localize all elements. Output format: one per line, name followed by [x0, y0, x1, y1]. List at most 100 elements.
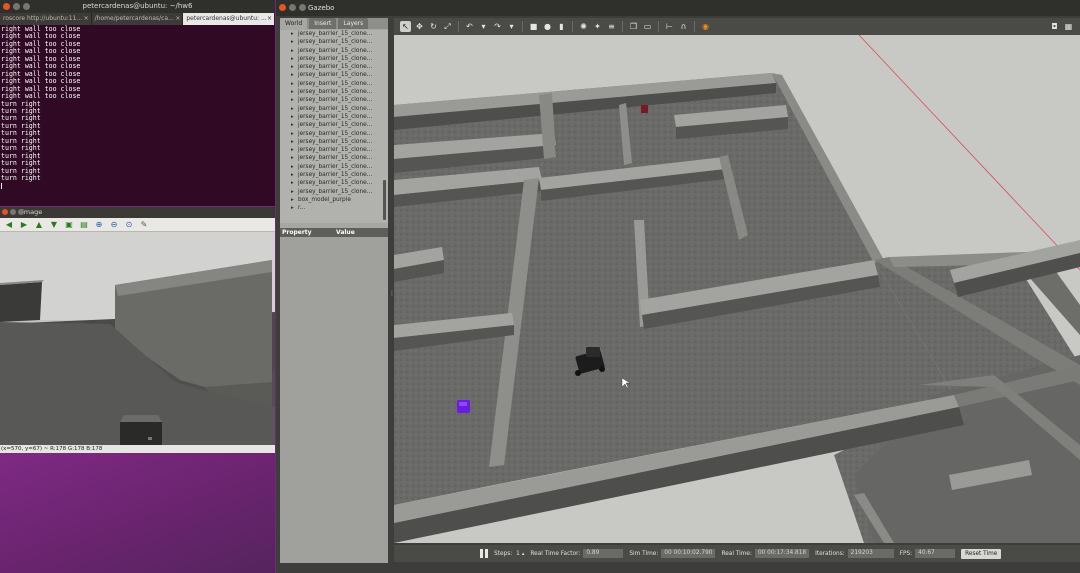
sim-time-value: 00 00:10:02.790	[661, 549, 716, 558]
toolbar-divider	[522, 21, 523, 32]
terminal-line: turn right	[1, 144, 41, 153]
terminal-window[interactable]: petercardenas@ubuntu: ~/hw6 roscore http…	[0, 0, 276, 206]
brush-icon[interactable]: ✎	[139, 220, 149, 230]
undo-dropdown-icon[interactable]: ▾	[478, 21, 489, 32]
property-table[interactable]	[280, 237, 388, 563]
value-column: Value	[336, 229, 355, 236]
undo-icon[interactable]: ↶	[464, 21, 475, 32]
gazebo-statusbar: Steps: 1 ▴ Real Time Factor: 0.89 Sim Ti…	[394, 545, 1080, 562]
tab-world[interactable]: World	[280, 18, 308, 29]
image-viewer-toolbar: ◀ ▶ ▲ ▼ ▣ ▤ ⊕ ⊖ ⊙ ✎	[0, 218, 275, 232]
tree-item[interactable]: jersey_barrier_15_clone...	[280, 179, 388, 188]
gazebo-title: Gazebo	[308, 4, 335, 12]
snap-icon[interactable]: ∩	[678, 21, 689, 32]
close-tab-icon[interactable]: ×	[84, 13, 89, 25]
terminal-titlebar[interactable]: petercardenas@ubuntu: ~/hw6	[0, 0, 275, 13]
tree-item[interactable]: jersey_barrier_15_clone...	[280, 138, 388, 147]
box-shape-icon[interactable]: ■	[528, 21, 539, 32]
reset-time-button[interactable]: Reset Time	[961, 548, 1002, 559]
minimize-icon[interactable]	[10, 209, 16, 215]
steps-value[interactable]: 1	[516, 551, 520, 557]
steps-spinner-icon[interactable]: ▴	[522, 551, 525, 557]
directional-light-icon[interactable]: ≡	[606, 21, 617, 32]
zoom-in-icon[interactable]: ⊕	[94, 220, 104, 230]
gazebo-titlebar[interactable]: Gazebo	[276, 0, 1080, 16]
translate-icon[interactable]: ✥	[414, 21, 425, 32]
redo-dropdown-icon[interactable]: ▾	[506, 21, 517, 32]
close-icon[interactable]	[279, 4, 286, 11]
close-icon[interactable]	[2, 209, 8, 215]
iterations-label: Iterations:	[815, 550, 845, 557]
tree-item[interactable]: r...	[280, 204, 388, 213]
arrow-right-icon[interactable]: ▶	[19, 220, 29, 230]
minimize-icon[interactable]	[289, 4, 296, 11]
fps-value: 40.67	[915, 549, 956, 558]
copy-icon[interactable]: ▤	[79, 220, 89, 230]
tree-item[interactable]: jersey_barrier_15_clone...	[280, 47, 388, 56]
sphere-shape-icon[interactable]: ●	[542, 21, 553, 32]
tree-item[interactable]: jersey_barrier_15_clone...	[280, 96, 388, 105]
panel-tabs: World Insert Layers	[280, 18, 388, 29]
point-light-icon[interactable]: ✺	[578, 21, 589, 32]
arrow-left-icon[interactable]: ◀	[4, 220, 14, 230]
zoom-out-icon[interactable]: ⊖	[109, 220, 119, 230]
tree-item[interactable]: jersey_barrier_15_clone...	[280, 171, 388, 180]
tree-item[interactable]: jersey_barrier_15_clone...	[280, 71, 388, 80]
cylinder-shape-icon[interactable]: ▮	[556, 21, 567, 32]
maximize-icon[interactable]	[299, 4, 306, 11]
close-tab-icon[interactable]: ×	[267, 13, 272, 25]
toolbar-divider	[572, 21, 573, 32]
tree-item[interactable]: jersey_barrier_15_clone...	[280, 38, 388, 47]
camera-image[interactable]	[0, 232, 275, 446]
copy-icon[interactable]: ❐	[628, 21, 639, 32]
select-arrow-icon[interactable]: ↖	[400, 21, 411, 32]
maximize-icon[interactable]	[18, 209, 24, 215]
tree-item[interactable]: jersey_barrier_15_clone...	[280, 163, 388, 172]
terminal-tab-roscore[interactable]: roscore http://ubuntu:11... ×	[0, 13, 92, 25]
tree-item[interactable]: box_model_purple	[280, 196, 388, 205]
tree-item[interactable]: jersey_barrier_15_clone...	[280, 130, 388, 139]
tab-layers[interactable]: Layers	[338, 18, 369, 29]
record-log-icon[interactable]: ▦	[1063, 21, 1074, 32]
tree-item[interactable]: jersey_barrier_15_clone...	[280, 113, 388, 122]
tab-insert[interactable]: Insert	[309, 18, 337, 29]
image-viewer-window[interactable]: image ◀ ▶ ▲ ▼ ▣ ▤ ⊕ ⊖ ⊙ ✎ (x=570, y=67) …	[0, 207, 275, 453]
arrow-down-icon[interactable]: ▼	[49, 220, 59, 230]
rotate-icon[interactable]: ↻	[428, 21, 439, 32]
image-viewer-titlebar[interactable]: image	[0, 207, 275, 218]
model-tree[interactable]: jersey_barrier_15_clone... jersey_barrie…	[280, 30, 388, 223]
tree-item[interactable]: jersey_barrier_15_clone...	[280, 146, 388, 155]
panel-collapse-handle[interactable]: ⋮	[389, 290, 395, 297]
tree-item[interactable]: jersey_barrier_15_clone...	[280, 88, 388, 97]
terminal-output[interactable]: right wall too close right wall too close…	[0, 25, 275, 189]
terminal-tab-active[interactable]: petercardenas@ubuntu: ... ×	[183, 13, 276, 25]
spot-light-icon[interactable]: ✦	[592, 21, 603, 32]
terminal-tab-home[interactable]: /home/petercardenas/ca... ×	[92, 13, 184, 25]
pause-button[interactable]	[480, 549, 488, 558]
tree-item[interactable]: jersey_barrier_15_clone...	[280, 121, 388, 130]
world-panel: World Insert Layers jersey_barrier_15_cl…	[280, 18, 388, 563]
redo-icon[interactable]: ↷	[492, 21, 503, 32]
property-column: Property	[282, 229, 312, 236]
tree-item[interactable]: jersey_barrier_15_clone...	[280, 55, 388, 64]
paste-icon[interactable]: ▭	[642, 21, 653, 32]
terminal-tabs: roscore http://ubuntu:11... × /home/peter…	[0, 13, 276, 25]
tree-item[interactable]: jersey_barrier_15_clone...	[280, 30, 388, 39]
align-icon[interactable]: ⊢	[664, 21, 675, 32]
terminal-line: turn right	[1, 151, 41, 160]
tree-item[interactable]: jersey_barrier_15_clone...	[280, 154, 388, 163]
gazebo-window[interactable]: Gazebo World Insert Layers jersey_barrie…	[276, 0, 1080, 573]
3d-viewport[interactable]	[394, 35, 1080, 543]
tree-item[interactable]: jersey_barrier_15_clone...	[280, 105, 388, 114]
close-tab-icon[interactable]: ×	[175, 13, 180, 25]
arrow-up-icon[interactable]: ▲	[34, 220, 44, 230]
zoom-fit-icon[interactable]: ⊙	[124, 220, 134, 230]
view-angle-icon[interactable]: ◉	[700, 21, 711, 32]
scale-icon[interactable]: ⤢	[442, 21, 453, 32]
tree-item[interactable]: jersey_barrier_15_clone...	[280, 63, 388, 72]
tree-item[interactable]: jersey_barrier_15_clone...	[280, 188, 388, 197]
save-icon[interactable]: ▣	[64, 220, 74, 230]
screenshot-icon[interactable]: ◘	[1049, 21, 1060, 32]
tree-item[interactable]: jersey_barrier_15_clone...	[280, 80, 388, 89]
tree-scrollbar[interactable]	[383, 180, 386, 220]
